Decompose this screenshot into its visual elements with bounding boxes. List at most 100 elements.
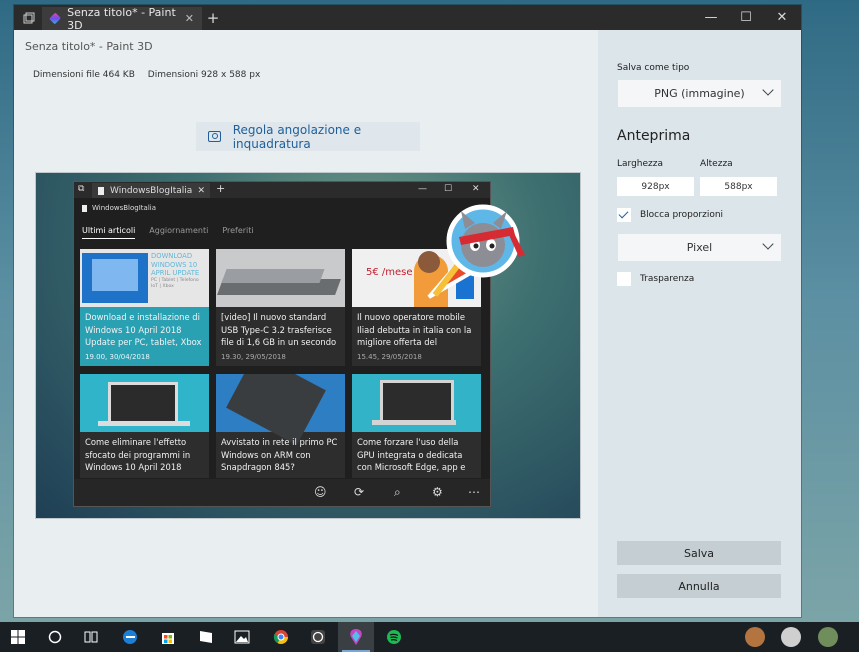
preview-heading: Anteprima bbox=[617, 128, 691, 144]
article-thumbnail bbox=[216, 249, 345, 307]
paint3d-window: Senza titolo* - Paint 3D ✕ + — ☐ ✕ Senza… bbox=[14, 5, 801, 617]
emoji-icon: ☺ bbox=[314, 485, 327, 499]
article-card: Come eliminare l'effetto sfocato dei pro… bbox=[80, 374, 209, 478]
contact-avatar-icon[interactable] bbox=[781, 627, 801, 647]
preview-new-tab-icon: + bbox=[216, 182, 226, 195]
save-type-dropdown[interactable]: PNG (immagine) bbox=[617, 79, 782, 108]
article-title: Il nuovo operatore mobile Iliad debutta … bbox=[357, 312, 472, 347]
export-preview-area: Senza titolo* - Paint 3D Dimensioni file… bbox=[14, 30, 598, 617]
settings-icon: ⚙ bbox=[432, 485, 443, 499]
chevron-down-icon bbox=[762, 84, 774, 96]
thumb-price-text: 5€ /mese bbox=[366, 267, 413, 278]
windows-start-icon[interactable] bbox=[0, 622, 36, 652]
task-view-icon[interactable] bbox=[73, 622, 109, 652]
preview-tab-title: WindowsBlogItalia bbox=[110, 185, 193, 196]
contact-avatar-icon[interactable] bbox=[745, 627, 765, 647]
lock-ratio-label: Blocca proporzioni bbox=[640, 210, 724, 220]
cortana-icon[interactable] bbox=[37, 622, 73, 652]
preview-page-icon bbox=[98, 186, 104, 195]
article-title: Come forzare l'uso della GPU integrata o… bbox=[357, 437, 466, 472]
preview-tab: WindowsBlogItalia ✕ bbox=[92, 183, 210, 198]
article-thumbnail bbox=[216, 374, 345, 446]
lock-ratio-checkbox[interactable] bbox=[617, 208, 631, 222]
refresh-icon: ⟳ bbox=[354, 485, 365, 499]
article-thumbnail bbox=[352, 374, 481, 432]
transparency-label: Trasparenza bbox=[640, 274, 695, 284]
width-input[interactable]: 928px bbox=[617, 177, 694, 196]
height-input[interactable]: 588px bbox=[700, 177, 777, 196]
tab-paint3d[interactable]: Senza titolo* - Paint 3D ✕ bbox=[42, 5, 202, 32]
article-date: 19.30, 29/05/2018 bbox=[221, 353, 286, 361]
tab-title: Senza titolo* - Paint 3D bbox=[67, 5, 176, 32]
new-tab-button[interactable]: + bbox=[202, 5, 224, 30]
article-card: Come forzare l'uso della GPU integrata o… bbox=[352, 374, 481, 478]
article-title: Download e installazione di Windows 10 A… bbox=[85, 312, 202, 347]
preview-nav-item: Ultimi articoli bbox=[82, 226, 136, 239]
save-type-label: Salva come tipo bbox=[617, 63, 690, 73]
close-tab-icon[interactable]: ✕ bbox=[185, 12, 194, 25]
file-size: Dimensioni file 464 KB bbox=[33, 70, 135, 80]
app-title: Senza titolo* - Paint 3D bbox=[25, 40, 153, 53]
preview-tab-close-icon: ✕ bbox=[197, 185, 205, 196]
save-type-value: PNG (immagine) bbox=[654, 87, 745, 100]
preview-minimize-icon: — bbox=[418, 184, 427, 194]
preview-bottom-bar: ☺ ⟳ ⌕ ⚙ ⋯ bbox=[74, 479, 490, 506]
article-card: [video] Il nuovo standard USB Type-C 3.2… bbox=[216, 249, 345, 366]
thumb-download-text: DOWNLOAD WINDOWS 10 APRIL UPDATE bbox=[151, 252, 200, 277]
article-title: Come eliminare l'effetto sfocato dei pro… bbox=[85, 437, 191, 472]
windowsblogitalia-icon[interactable] bbox=[188, 622, 224, 652]
preview-maximize-icon: ☐ bbox=[444, 184, 453, 194]
article-thumbnail bbox=[80, 374, 209, 432]
photos-icon[interactable] bbox=[224, 622, 260, 652]
preview-tab-actions-icon: ⧉ bbox=[78, 184, 85, 194]
edge-icon[interactable] bbox=[112, 622, 148, 652]
article-thumbnail: DOWNLOAD WINDOWS 10 APRIL UPDATE PC | Ta… bbox=[80, 249, 209, 307]
site-logo-icon bbox=[82, 204, 87, 212]
maximize-button[interactable]: ☐ bbox=[729, 5, 763, 30]
contact-avatar-icon[interactable] bbox=[818, 627, 838, 647]
preview-titlebar: ⧉ WindowsBlogItalia ✕ + — ☐ ✕ bbox=[74, 182, 490, 198]
thumb-subtext: PC | Tablet | Telefono IoT | Xbox bbox=[151, 277, 199, 289]
adjust-angle-button[interactable]: Regola angolazione e inquadratura bbox=[196, 122, 420, 151]
spotify-icon[interactable] bbox=[376, 622, 412, 652]
preview-site-name: WindowsBlogItalia bbox=[92, 204, 156, 212]
search-icon: ⌕ bbox=[394, 485, 401, 499]
more-icon: ⋯ bbox=[468, 485, 480, 499]
paint3d-icon[interactable] bbox=[338, 622, 374, 652]
width-label: Larghezza bbox=[617, 159, 663, 169]
ninja-cat-sticker-icon bbox=[427, 204, 525, 299]
store-icon[interactable] bbox=[150, 622, 186, 652]
transparency-checkbox[interactable] bbox=[617, 272, 631, 286]
article-title: [video] Il nuovo standard USB Type-C 3.2… bbox=[221, 312, 337, 347]
preview-close-icon: ✕ bbox=[472, 184, 480, 194]
file-info: Dimensioni file 464 KB Dimensioni 928 x … bbox=[33, 70, 270, 80]
save-options-panel: Salva come tipo PNG (immagine) Anteprima… bbox=[598, 30, 801, 617]
article-title: Avvistato in rete il primo PC Windows on… bbox=[221, 437, 338, 472]
height-label: Altezza bbox=[700, 159, 733, 169]
taskbar bbox=[0, 622, 859, 652]
minimize-button[interactable]: — bbox=[694, 5, 728, 30]
unit-dropdown[interactable]: Pixel bbox=[617, 233, 782, 262]
tab-actions-icon[interactable] bbox=[18, 5, 40, 30]
preview-nav: Ultimi articoli Aggiornamenti Preferiti bbox=[82, 226, 268, 239]
article-card: DOWNLOAD WINDOWS 10 APRIL UPDATE PC | Ta… bbox=[80, 249, 209, 366]
whatsapp-icon[interactable] bbox=[300, 622, 336, 652]
camera-icon bbox=[208, 131, 221, 142]
preview-nav-item: Aggiornamenti bbox=[149, 226, 209, 235]
chevron-down-icon bbox=[762, 238, 774, 250]
preview-site-header: WindowsBlogItalia bbox=[82, 204, 156, 212]
image-preview: ⧉ WindowsBlogItalia ✕ + — ☐ ✕ WindowsBlo… bbox=[35, 172, 581, 519]
article-date: 15.45, 29/05/2018 bbox=[357, 353, 422, 361]
cancel-button[interactable]: Annulla bbox=[617, 574, 781, 598]
adjust-angle-label: Regola angolazione e inquadratura bbox=[232, 122, 362, 151]
title-bar: Senza titolo* - Paint 3D ✕ + — ☐ ✕ bbox=[14, 5, 801, 32]
article-date: 19.00, 30/04/2018 bbox=[85, 353, 150, 361]
image-dimensions: Dimensioni 928 x 588 px bbox=[147, 70, 261, 80]
paint3d-icon bbox=[49, 12, 62, 25]
article-card: Avvistato in rete il primo PC Windows on… bbox=[216, 374, 345, 478]
chrome-icon[interactable] bbox=[263, 622, 299, 652]
save-button[interactable]: Salva bbox=[617, 541, 781, 565]
preview-nav-item: Preferiti bbox=[222, 226, 254, 235]
unit-value: Pixel bbox=[686, 241, 713, 254]
close-button[interactable]: ✕ bbox=[765, 5, 799, 30]
